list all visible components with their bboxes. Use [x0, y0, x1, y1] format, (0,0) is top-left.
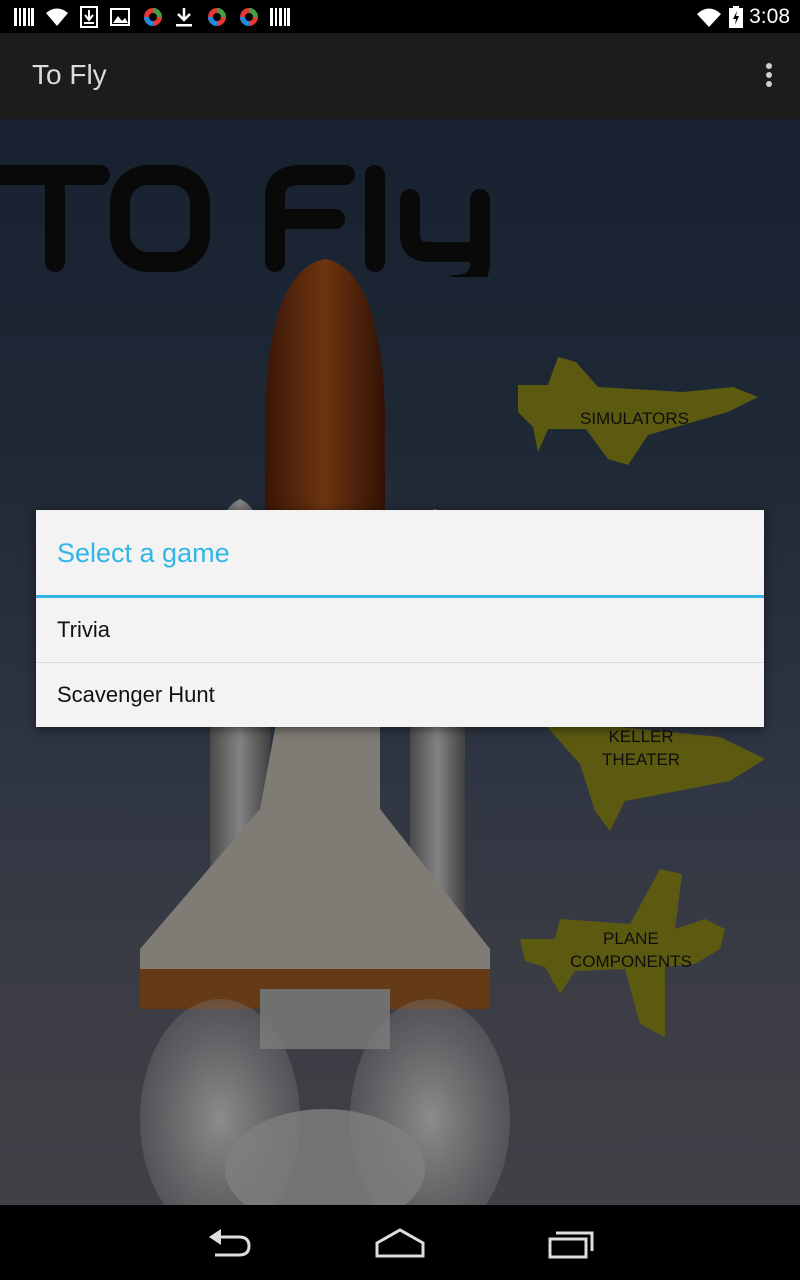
colorful-app-icon — [144, 8, 162, 26]
battery-charging-icon — [729, 6, 743, 28]
action-bar: To Fly — [0, 33, 800, 119]
navigation-bar — [0, 1205, 800, 1280]
select-game-dialog: Select a game Trivia Scavenger Hunt — [36, 510, 764, 727]
dialog-item-scavenger-hunt[interactable]: Scavenger Hunt — [36, 663, 764, 727]
colorful-app-icon — [240, 8, 258, 26]
overflow-menu-icon[interactable] — [764, 63, 774, 91]
recent-apps-icon[interactable] — [546, 1227, 596, 1259]
colorful-app-icon — [208, 8, 226, 26]
image-icon — [110, 8, 130, 26]
clock: 3:08 — [749, 5, 790, 28]
dialog-title: Select a game — [57, 538, 230, 568]
barcode-icon — [270, 8, 290, 26]
wifi-icon — [697, 8, 721, 27]
wifi-lock-icon — [46, 8, 68, 26]
barcode-icon — [14, 8, 34, 26]
back-icon[interactable] — [205, 1227, 255, 1259]
download-icon — [176, 8, 192, 27]
status-bar: 3:08 — [0, 0, 800, 33]
home-icon[interactable] — [374, 1227, 426, 1259]
dialog-item-trivia[interactable]: Trivia — [36, 598, 764, 662]
app-title: To Fly — [32, 59, 107, 90]
download-box-icon — [80, 6, 98, 28]
